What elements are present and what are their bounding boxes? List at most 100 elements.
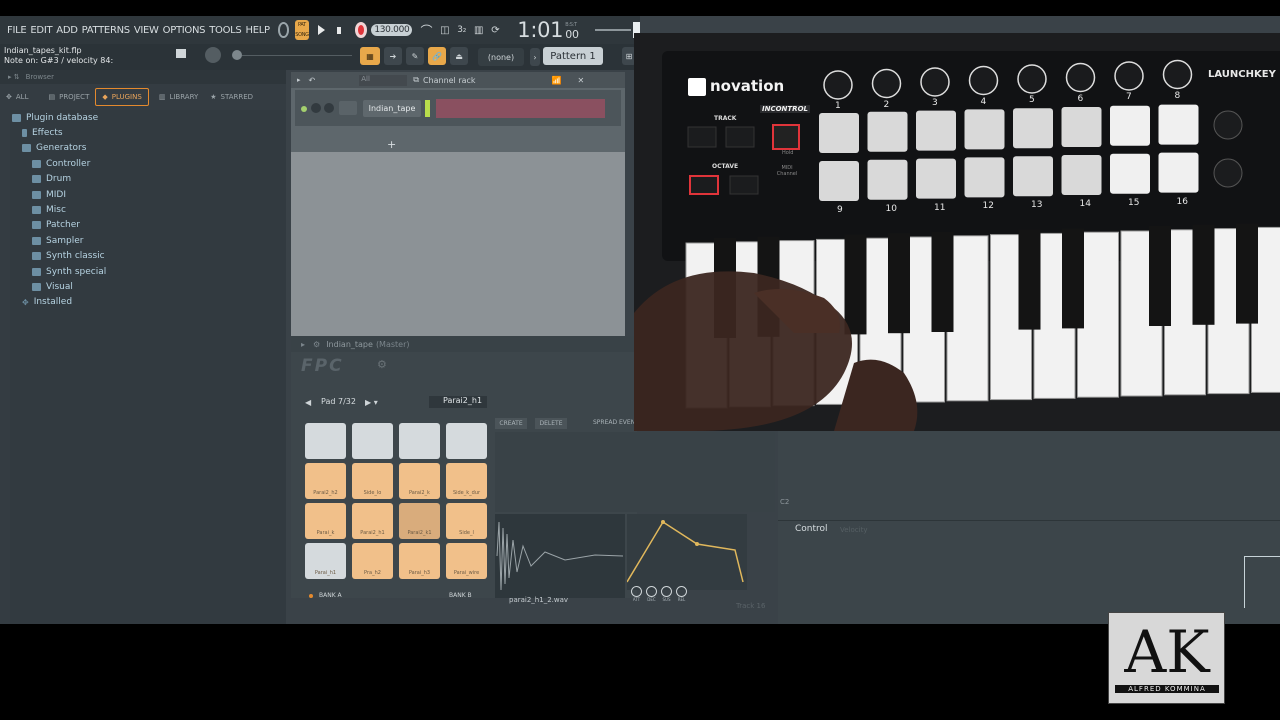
- channel-filter[interactable]: All: [359, 74, 408, 86]
- channel-steps-area[interactable]: [436, 99, 605, 118]
- delete-button[interactable]: DELETE: [535, 418, 567, 429]
- undo-icon[interactable]: ↶: [309, 76, 316, 85]
- channel-pan-knob[interactable]: [311, 103, 321, 113]
- tab-all[interactable]: ✥ ALL: [0, 88, 34, 106]
- tempo-display[interactable]: 130.000: [371, 24, 413, 36]
- fpc-pad[interactable]: [399, 423, 440, 459]
- pencil-tool-button[interactable]: ✎: [406, 47, 424, 65]
- none-selector[interactable]: (none): [478, 48, 524, 66]
- menu-view[interactable]: VIEW: [132, 25, 161, 36]
- fpc-pad[interactable]: Parai2_k: [399, 463, 440, 499]
- fpc-pad[interactable]: Parai_h1: [305, 543, 346, 579]
- fpc-pad[interactable]: Parai_wire: [446, 543, 487, 579]
- pattern-next-button[interactable]: ›: [530, 48, 540, 66]
- keyboard-icon[interactable]: [176, 49, 186, 58]
- tree-item-patcher[interactable]: Patcher: [10, 218, 286, 233]
- arrow-tool-button[interactable]: ➔: [384, 47, 402, 65]
- brand-logo: novation: [688, 77, 784, 96]
- tab-starred[interactable]: ★ STARRED: [204, 88, 259, 106]
- envelope-knob[interactable]: DEC: [646, 586, 657, 602]
- tree-item-visual[interactable]: Visual: [10, 279, 286, 294]
- channel-select-indicator[interactable]: [425, 100, 430, 117]
- create-button[interactable]: CREATE: [495, 418, 527, 429]
- menu-file[interactable]: FILE: [5, 25, 28, 36]
- tab-plugins[interactable]: ◆ PLUGINS: [95, 88, 149, 106]
- mixer-track-box[interactable]: [339, 101, 357, 115]
- fpc-pad[interactable]: Parai2_k1: [399, 503, 440, 539]
- loop-record-icon[interactable]: ⟳: [491, 25, 499, 36]
- envelope-knob[interactable]: REL: [676, 586, 687, 602]
- pattern-selector[interactable]: Pattern 1: [543, 47, 603, 65]
- graph-icon[interactable]: 📶: [552, 76, 562, 85]
- menu-help[interactable]: HELP: [243, 25, 271, 36]
- step-edit-icon[interactable]: ▥: [474, 25, 483, 36]
- fpc-pad[interactable]: [305, 423, 346, 459]
- tree-item-midi[interactable]: MIDI: [10, 187, 286, 202]
- channel-led[interactable]: [301, 106, 307, 112]
- fpc-pad[interactable]: Side_k_dur: [446, 463, 487, 499]
- fpc-pad[interactable]: Parai_k: [305, 503, 346, 539]
- tree-item-label: Patcher: [46, 220, 80, 231]
- bank-b-button[interactable]: BANK B: [449, 592, 472, 599]
- fpc-pad[interactable]: Side_lo: [352, 463, 393, 499]
- fpc-gear-icon[interactable]: ⚙: [313, 340, 320, 349]
- fpc-pad[interactable]: [446, 423, 487, 459]
- main-volume-knob[interactable]: [232, 50, 242, 60]
- tree-item-label: Misc: [46, 205, 66, 216]
- tree-item-controller[interactable]: Controller: [10, 156, 286, 171]
- tree-item-sampler[interactable]: Sampler: [10, 233, 286, 248]
- envelope-knob[interactable]: ATT: [631, 586, 642, 602]
- play-button[interactable]: [317, 25, 325, 35]
- menu-patterns[interactable]: PATTERNS: [80, 25, 132, 36]
- countdown-icon[interactable]: 3₂: [457, 25, 466, 35]
- tree-item-drum[interactable]: Drum: [10, 172, 286, 187]
- fpc-pad[interactable]: Pra_h2: [352, 543, 393, 579]
- fpc-pad[interactable]: Parai_h3: [399, 543, 440, 579]
- tree-item-plugin-database[interactable]: Plugin database: [10, 110, 286, 125]
- fpc-pad[interactable]: Parai2_h2: [305, 463, 346, 499]
- spread-even-button[interactable]: SPREAD EVEN: [593, 419, 635, 426]
- add-channel-button[interactable]: +: [387, 138, 396, 151]
- fpc-menu-icon[interactable]: ▸: [301, 340, 305, 349]
- fpc-pad[interactable]: Side_l: [446, 503, 487, 539]
- tab-project[interactable]: ▤ PROJECT: [42, 88, 95, 106]
- record-button[interactable]: [355, 22, 368, 38]
- tree-item-installed[interactable]: ✥ Installed: [10, 295, 286, 310]
- channel-volume-knob[interactable]: [324, 103, 334, 113]
- fpc-pad[interactable]: [352, 423, 393, 459]
- knob-icon: [676, 586, 687, 597]
- tree-item-misc[interactable]: Misc: [10, 202, 286, 217]
- fpc-settings-icon[interactable]: ⚙: [377, 358, 387, 371]
- master-volume-slider[interactable]: [594, 29, 631, 31]
- velocity-label[interactable]: Velocity: [840, 526, 867, 534]
- tree-item-synth-classic[interactable]: Synth classic: [10, 249, 286, 264]
- piano-roll-button[interactable]: ▦: [360, 47, 380, 65]
- tree-item-generators[interactable]: Generators: [10, 141, 286, 156]
- pad-next-button[interactable]: ▶ ▾: [365, 398, 378, 407]
- tab-library[interactable]: ▥ LIBRARY: [153, 88, 204, 106]
- envelope-knob[interactable]: SUS: [661, 586, 672, 602]
- pad-prev-button[interactable]: ◀: [305, 398, 311, 407]
- browser-arrows-icon[interactable]: ▸ ⇅: [8, 73, 20, 81]
- fpc-pad[interactable]: Parai2_h1: [352, 503, 393, 539]
- metronome-icon[interactable]: ⌒: [420, 22, 432, 39]
- wait-icon[interactable]: ◫: [440, 25, 449, 36]
- track-label: TRACK: [714, 115, 737, 122]
- plugin-tool-button[interactable]: ⏏: [450, 47, 468, 65]
- tree-item-synth-special[interactable]: Synth special: [10, 264, 286, 279]
- link-tool-button[interactable]: 🔗: [428, 47, 446, 65]
- menu-options[interactable]: OPTIONS: [161, 25, 208, 36]
- close-icon[interactable]: ✕: [578, 76, 585, 85]
- menu-add[interactable]: ADD: [54, 25, 79, 36]
- main-pitch-knob[interactable]: [205, 47, 221, 63]
- pat-song-toggle[interactable]: PAT SONG: [295, 20, 309, 40]
- channel-name-button[interactable]: Indian_tape: [363, 100, 421, 117]
- stop-button[interactable]: [336, 26, 342, 34]
- pad-name-field[interactable]: Parai2_h1: [429, 396, 487, 408]
- menu-edit[interactable]: EDIT: [28, 25, 54, 36]
- menu-arrow-icon[interactable]: ▸: [297, 76, 301, 84]
- bank-a-button[interactable]: BANK A: [319, 592, 342, 599]
- control-label[interactable]: Control: [795, 524, 828, 534]
- menu-tools[interactable]: TOOLS: [207, 25, 243, 36]
- tree-item-effects[interactable]: Effects: [10, 125, 286, 140]
